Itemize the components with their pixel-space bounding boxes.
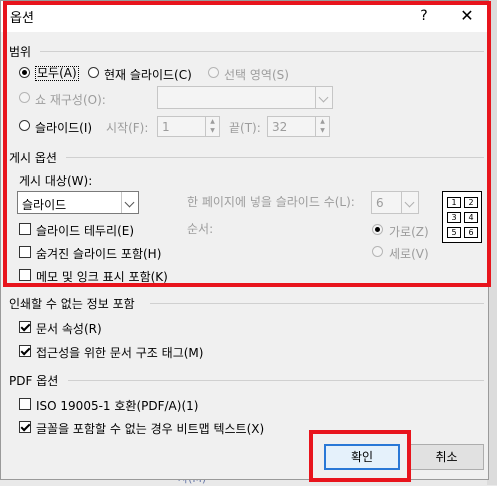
accessibility-tags-label[interactable]: 접근성을 위한 문서 구조 태그(M) bbox=[36, 344, 203, 361]
pdf-section-label: PDF 옵션 bbox=[9, 374, 59, 388]
highlight-box-settings bbox=[3, 1, 491, 287]
bitmap-text-checkbox[interactable] bbox=[19, 421, 31, 433]
nonprinting-separator bbox=[150, 303, 484, 304]
accessibility-tags-checkbox[interactable] bbox=[19, 345, 31, 357]
doc-properties-checkbox[interactable] bbox=[19, 321, 31, 333]
pdf-separator bbox=[68, 380, 484, 381]
iso-label[interactable]: ISO 19005-1 호환(PDF/A)(1) bbox=[36, 397, 198, 414]
iso-checkbox[interactable] bbox=[19, 398, 31, 410]
highlight-box-ok bbox=[309, 430, 411, 482]
bitmap-text-label[interactable]: 글꼴을 포함할 수 없는 경우 비트맵 텍스트(X) bbox=[36, 420, 264, 437]
doc-properties-label[interactable]: 문서 속성(R) bbox=[36, 320, 102, 337]
cancel-button[interactable]: 취소 bbox=[409, 444, 484, 470]
nonprinting-section-label: 인쇄할 수 없는 정보 포함 bbox=[9, 297, 135, 311]
